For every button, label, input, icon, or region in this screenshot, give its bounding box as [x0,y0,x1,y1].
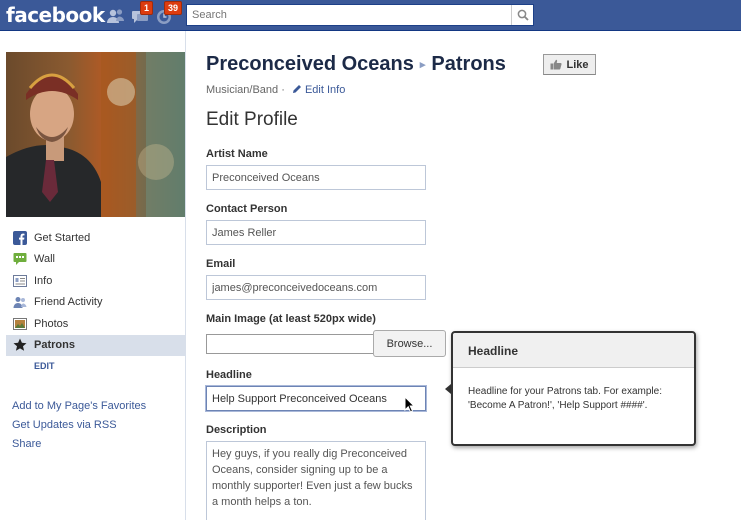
sidebar-item-label: Photos [34,317,69,330]
email-field[interactable] [206,275,426,300]
sidebar-item-wall[interactable]: Wall [6,249,185,271]
search-box [186,4,534,26]
info-icon [12,273,27,288]
main-image-file-field[interactable] [206,334,374,354]
friend-requests-icon[interactable] [106,6,126,26]
sidebar-item-friend-activity[interactable]: Friend Activity [6,292,185,314]
tooltip-title: Headline [453,333,694,368]
page-title: Preconceived Oceans ▸ Patrons [206,53,506,76]
section-name: Patrons [431,53,506,75]
pencil-icon [292,85,301,93]
notifications-icon[interactable]: 39 [154,1,183,26]
browse-button[interactable]: Browse... [373,330,446,357]
thumbs-up-icon [550,59,563,70]
like-label: Like [566,58,589,71]
description-label: Description [206,424,267,436]
main-image-label: Main Image (at least 520px wide) [206,313,376,325]
page-subtitle: Musician/Band · Edit Info [206,84,345,96]
sidebar-item-get-started[interactable]: Get Started [6,227,185,249]
search-input[interactable] [187,5,509,25]
sidebar-item-photos[interactable]: Photos [6,313,185,335]
edit-profile-heading: Edit Profile [206,109,298,130]
headline-tooltip: Headline Headline for your Patrons tab. … [451,331,696,446]
facebook-logo[interactable]: facebook [6,3,105,27]
facebook-f-icon [12,230,27,245]
mouse-cursor-icon [404,396,416,413]
email-label: Email [206,258,236,270]
breadcrumb-arrow-icon: ▸ [419,59,426,72]
edit-info-label: Edit Info [304,84,346,96]
artist-name-label: Artist Name [206,148,268,160]
artist-name-field[interactable] [206,165,426,190]
search-button[interactable] [511,5,533,25]
category-label: Musician/Band [206,84,279,96]
add-to-favorites-link[interactable]: Add to My Page's Favorites [12,397,146,416]
rss-link[interactable]: Get Updates via RSS [12,416,146,435]
friend-activity-icon [12,295,27,310]
edit-info-link[interactable]: Edit Info [292,84,345,96]
notifications-count-badge: 39 [164,1,183,15]
column-divider [185,31,186,520]
sidebar-item-patrons[interactable]: Patrons [6,334,185,356]
sidebar-item-label: Friend Activity [34,296,103,309]
tooltip-body: Headline for your Patrons tab. For examp… [468,386,662,411]
messages-icon[interactable]: 1 [130,1,154,26]
sidebar-item-label: Get Started [34,231,91,244]
sidebar-item-label: Wall [34,253,55,266]
sidebar-nav: Get Started Wall Info Friend Activity Ph… [6,227,185,376]
messages-count-badge: 1 [140,1,154,15]
profile-picture[interactable] [6,52,185,217]
description-textarea[interactable]: Hey guys, if you really dig Preconceived… [206,441,426,520]
star-icon [12,338,27,353]
headline-field[interactable] [206,386,426,411]
headline-label: Headline [206,369,252,381]
sidebar-edit-link[interactable]: EDIT [6,356,185,376]
sidebar-item-label: Patrons [34,339,75,352]
contact-person-field[interactable] [206,220,426,245]
wall-icon [12,252,27,267]
sidebar-item-info[interactable]: Info [6,270,185,292]
sidebar-links: Add to My Page's Favorites Get Updates v… [12,397,146,454]
search-icon [517,9,529,21]
top-bar: facebook 1 39 [0,0,741,31]
page-name-link[interactable]: Preconceived Oceans [206,53,414,75]
share-link[interactable]: Share [12,435,146,454]
category-separator: · [281,84,285,96]
like-button[interactable]: Like [543,54,596,75]
sidebar-item-label: Info [34,274,53,287]
contact-person-label: Contact Person [206,203,288,215]
photos-icon [12,316,27,331]
